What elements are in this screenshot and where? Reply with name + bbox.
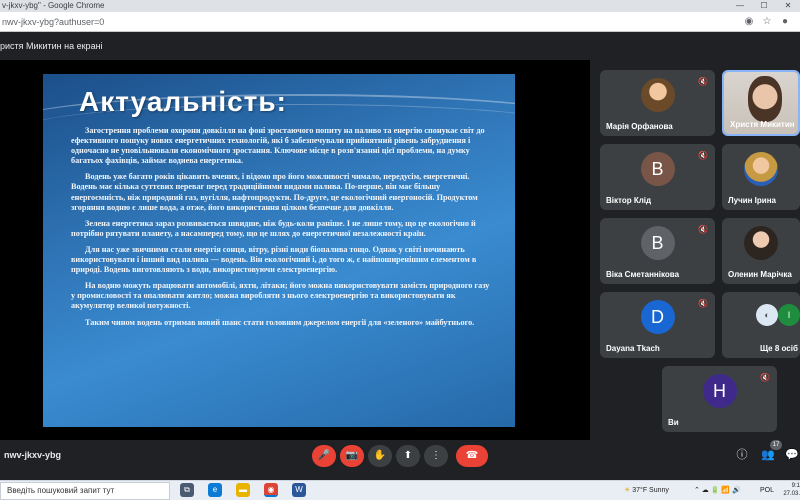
more-options-button[interactable]: ⋮ (424, 445, 448, 467)
participant-tile[interactable]: В 🔇 Віктор Клід (600, 144, 715, 210)
slide-paragraph: Для нас уже звичними стали енергія сонця… (71, 244, 477, 275)
slide: Актуальність: Загострення проблеми охоро… (43, 74, 515, 427)
more-participants-label: Ще 8 осіб (760, 344, 798, 353)
window-title: v-jkxv-ybg" - Google Chrome (2, 1, 105, 10)
meeting-code: nwv-jkxv-ybg (4, 450, 62, 460)
file-explorer-icon[interactable]: ▬ (236, 483, 250, 497)
present-screen-button[interactable]: ⬆ (396, 445, 420, 467)
clock-date: 27.03. (783, 491, 800, 497)
edge-icon[interactable]: e (208, 483, 222, 497)
camera-toggle-button[interactable]: 📷 (340, 445, 364, 467)
participant-name: Віка Сметаннікова (606, 270, 680, 279)
hangup-button[interactable]: ☎ (456, 445, 488, 467)
profile-icon[interactable]: ● (778, 15, 792, 29)
windows-taskbar: Введіть пошуковий запит тут ⧉ e ▬ ◉ W ☀ … (0, 480, 800, 500)
avatar: D (640, 300, 675, 334)
language-indicator[interactable]: POL (760, 481, 774, 500)
participant-tile[interactable]: 🔇 Марія Орфанова (600, 70, 715, 136)
sun-icon: ☀ (624, 487, 631, 494)
slide-paragraph: Загострення проблеми охорони довкілля на… (71, 126, 485, 166)
microphone-toggle-button[interactable]: 🎤 (312, 445, 336, 467)
maximize-button[interactable]: ☐ (754, 0, 774, 12)
mic-muted-icon: 🔇 (698, 151, 708, 160)
avatar: І (778, 304, 800, 326)
presentation-area: Актуальність: Загострення проблеми охоро… (0, 60, 590, 440)
task-view-icon[interactable]: ⧉ (180, 483, 194, 497)
taskbar-search-input[interactable]: Введіть пошуковий запит тут (0, 482, 170, 500)
address-bar[interactable]: nwv-jkxv-ybg?authuser=0 ◉ ☆ ● (0, 12, 800, 32)
avatar (744, 226, 778, 260)
participant-name: Ви (668, 418, 679, 427)
participant-tile[interactable]: Оленин Марічка (722, 218, 800, 284)
more-participants-avatars: ◐ І (756, 304, 800, 328)
browser-titlebar: v-jkxv-ybg" - Google Chrome — ☐ ✕ (0, 0, 800, 12)
slide-paragraph: Таким чином водень отримав новий шанс ст… (85, 317, 475, 327)
mic-muted-icon: 🔇 (698, 299, 708, 308)
clock-time: 9:1 (791, 483, 800, 489)
word-icon[interactable]: W (292, 483, 306, 497)
avatar: В (640, 152, 675, 186)
mic-muted-icon: 🔇 (698, 77, 708, 86)
chrome-icon[interactable]: ◉ (264, 483, 278, 497)
participant-name: Христя Микитин (730, 120, 795, 129)
participant-tile[interactable]: D 🔇 Dayana Tkach (600, 292, 715, 358)
close-button[interactable]: ✕ (778, 0, 798, 12)
mic-muted-icon: 🔇 (760, 373, 770, 382)
bookmark-star-icon[interactable]: ☆ (760, 15, 774, 29)
url-text[interactable]: nwv-jkxv-ybg?authuser=0 (2, 12, 104, 32)
slide-title: Актуальність: (79, 86, 287, 117)
avatar: В (640, 226, 675, 260)
meet-controls-bar: nwv-jkxv-ybg 🎤 📷 ✋ ⬆ ⋮ ☎ ⓘ 👥 17 💬 (0, 440, 800, 480)
more-participants-tile[interactable]: ◐ І Ще 8 осіб (722, 292, 800, 358)
raise-hand-button[interactable]: ✋ (368, 445, 392, 467)
minimize-button[interactable]: — (730, 0, 750, 12)
avatar: ◐ (756, 304, 778, 326)
participant-name: Марія Орфанова (606, 122, 673, 131)
presenter-label: ристя Микитин на екрані (0, 41, 103, 51)
participant-name: Оленин Марічка (728, 270, 792, 279)
avatar: Н (702, 374, 737, 408)
chat-icon[interactable]: 💬 (784, 447, 800, 463)
info-icon[interactable]: ⓘ (734, 447, 750, 463)
avatar (744, 152, 778, 186)
slide-body: Загострення проблеми охорони довкілля на… (71, 126, 495, 334)
participant-name: Віктор Клід (606, 196, 652, 205)
slide-paragraph: Водень уже багато років цікавить вчених,… (71, 172, 478, 212)
participant-tile[interactable]: Христя Микитин (722, 70, 800, 136)
taskbar-clock[interactable]: 9:1 27.03. (776, 482, 800, 498)
system-tray-icons[interactable]: ⌃ ☁ 🔋 📶 🔊 (694, 481, 741, 500)
participant-count-badge: 17 (770, 440, 782, 450)
self-tile[interactable]: Н 🔇 Ви (662, 366, 777, 432)
slide-paragraph: На водню можуть працювати автомобілі, ях… (71, 281, 490, 311)
mic-muted-icon: 🔇 (698, 225, 708, 234)
meet-header: ристя Микитин на екрані (0, 32, 800, 60)
slide-paragraph: Зелена енергетика зараз розвивається шви… (71, 218, 476, 238)
weather-text: 37°F Sunny (632, 487, 669, 494)
participant-tile[interactable]: Лучин Ірина (722, 144, 800, 210)
participant-name: Лучин Ірина (728, 196, 776, 205)
avatar (640, 78, 675, 112)
weather-widget[interactable]: ☀ 37°F Sunny (624, 481, 669, 500)
participant-tile[interactable]: В 🔇 Віка Сметаннікова (600, 218, 715, 284)
camera-permission-icon[interactable]: ◉ (742, 15, 756, 29)
participant-name: Dayana Tkach (606, 344, 660, 353)
